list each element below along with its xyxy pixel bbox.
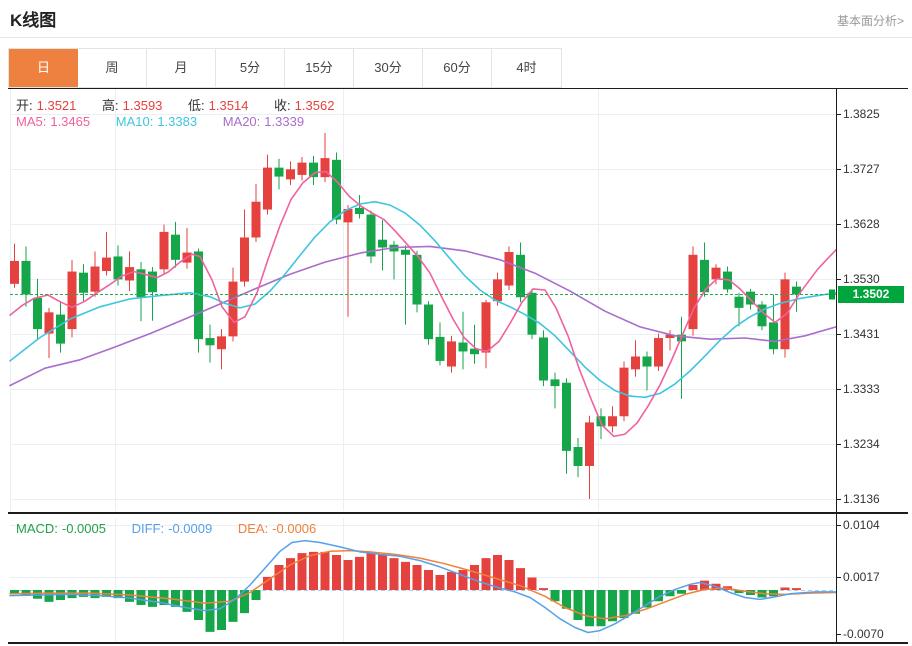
- diff-value: -0.0009: [168, 521, 212, 536]
- axis-tick-label: 0.0017: [843, 570, 880, 584]
- low-value: 1.3514: [209, 98, 249, 113]
- open-value: 1.3521: [37, 98, 77, 113]
- chart-area: 开: 1.3521 高: 1.3593 低: 1.3514 收: 1.3562 MA5:…: [0, 0, 912, 646]
- ma10-value: 1.3383: [157, 114, 197, 129]
- macd-label: MACD:: [16, 521, 58, 536]
- axis-tick-label: 1.3628: [843, 217, 880, 231]
- axis-tick-label: 1.3234: [843, 437, 880, 451]
- ma-readout: MA5: 1.3465 MA10:1.3383 MA20:1.3339: [16, 114, 308, 129]
- low-label: 低:: [188, 98, 205, 113]
- axis-tick-label: 1.3431: [843, 327, 880, 341]
- axis-tick-label: 1.3825: [843, 107, 880, 121]
- ohlc-readout: 开: 1.3521 高: 1.3593 低: 1.3514 收: 1.3562: [16, 95, 338, 114]
- axis-tick-label: 1.3136: [843, 492, 880, 506]
- ma10-label: MA10:: [116, 114, 154, 129]
- dea-label: DEA:: [238, 521, 268, 536]
- close-label: 收:: [274, 98, 291, 113]
- diff-label: DIFF:: [132, 521, 165, 536]
- kline-widget: K线图 基本面分析> 日周月5分15分30分60分4时 开:1.3521 高:1…: [0, 0, 912, 646]
- axis-tick-label: 1.3530: [843, 272, 880, 286]
- dea-value: -0.0006: [272, 521, 316, 536]
- axis-tick-label: 0.0104: [843, 518, 880, 532]
- high-label: 高:: [102, 98, 119, 113]
- ma5-value: 1.3465: [50, 114, 90, 129]
- ma5-label: MA5:: [16, 114, 46, 129]
- high-value: 1.3593: [123, 98, 163, 113]
- macd-readout: MACD: -0.0005 DIFF:-0.0009 DEA: -0.0006: [16, 521, 320, 536]
- axis-tick-label: 1.3333: [843, 382, 880, 396]
- close-value: 1.3562: [295, 98, 335, 113]
- ma20-value: 1.3339: [264, 114, 304, 129]
- open-label: 开:: [16, 98, 33, 113]
- current-price-tag: 1.3502: [838, 286, 904, 303]
- axis-tick-label: 1.3727: [843, 162, 880, 176]
- axis-tick-label: -0.0070: [843, 627, 884, 641]
- macd-value: -0.0005: [62, 521, 106, 536]
- ma20-label: MA20:: [223, 114, 261, 129]
